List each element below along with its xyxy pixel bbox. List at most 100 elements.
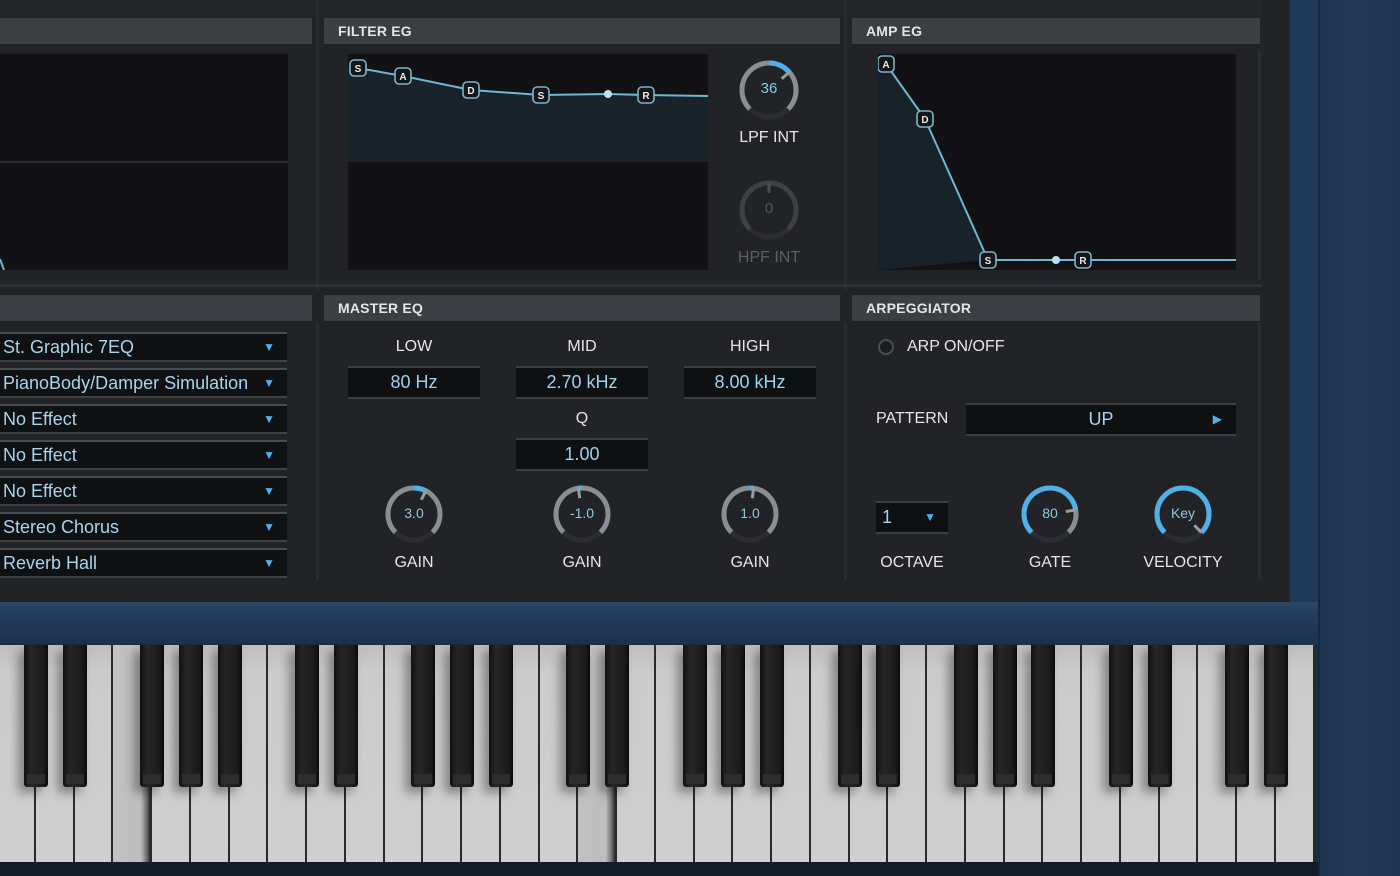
black-key[interactable] xyxy=(566,645,591,787)
eq-low-gain-knob[interactable]: 3.0 xyxy=(383,483,445,545)
black-key[interactable] xyxy=(682,645,707,787)
hpf-int-knob[interactable]: 0 xyxy=(737,178,801,242)
black-key[interactable] xyxy=(605,645,629,787)
hpf-int-value: 0 xyxy=(764,200,774,217)
filter-eg-node-r[interactable]: R xyxy=(637,86,655,104)
black-key[interactable] xyxy=(411,645,436,787)
divider xyxy=(1258,50,1261,280)
knob-value-arc xyxy=(413,485,427,494)
eq-mid-gain-value: -1.0 xyxy=(569,505,595,521)
amp-eg-graph[interactable]: A D S R xyxy=(878,54,1236,270)
dropdown-arrow-icon: ▼ xyxy=(263,376,275,390)
black-key[interactable] xyxy=(953,645,978,787)
octave-value: 1 xyxy=(882,507,893,527)
eq-high-gain-label: GAIN xyxy=(730,554,770,571)
svg-text:R: R xyxy=(1079,256,1087,267)
filter-eg-graph[interactable]: S A D S R xyxy=(348,54,708,270)
filter-eg-mid-point[interactable] xyxy=(604,90,612,98)
black-key[interactable] xyxy=(62,645,87,787)
eq-high-gain-knob[interactable]: 1.0 xyxy=(719,483,781,545)
effect-slot-2[interactable]: PianoBody/Damper Simulation ▼ xyxy=(0,368,287,398)
svg-text:A: A xyxy=(882,60,889,71)
envelope-tail xyxy=(0,258,5,270)
black-key[interactable] xyxy=(178,645,203,787)
knob-pointer xyxy=(576,488,582,499)
effect-slot-label: Stereo Chorus xyxy=(3,517,120,537)
amp-eg-node-s[interactable]: S xyxy=(979,251,997,269)
eq-low-gain-label: GAIN xyxy=(394,554,434,571)
black-key[interactable] xyxy=(1108,645,1133,787)
top-strip xyxy=(0,0,1262,16)
eq-mid-q-field[interactable]: 1.00 xyxy=(516,438,648,471)
arp-onoff-radio[interactable] xyxy=(878,339,894,355)
effect-slot-6[interactable]: Stereo Chorus ▼ xyxy=(0,512,287,542)
knob-gap xyxy=(561,530,603,543)
dropdown-arrow-icon: ▼ xyxy=(263,556,275,570)
filter-eg-node-s1[interactable]: S xyxy=(349,59,367,77)
knob-pointer xyxy=(750,488,756,499)
black-key[interactable] xyxy=(1263,645,1288,787)
lpf-int-knob[interactable]: 36 xyxy=(737,58,801,122)
amp-eg-node-r[interactable]: R xyxy=(1074,251,1092,269)
amp-eg-node-d[interactable]: D xyxy=(916,110,934,128)
octave-label: OCTAVE xyxy=(880,554,944,571)
eq-mid-gain-knob[interactable]: -1.0 xyxy=(551,483,613,545)
filter-eg-node-d[interactable]: D xyxy=(462,81,480,99)
effect-slot-1[interactable]: St. Graphic 7EQ ▼ xyxy=(0,332,287,362)
lpf-int-value: 36 xyxy=(760,80,778,97)
eq-mid-freq-field[interactable]: 2.70 kHz xyxy=(516,366,648,399)
filter-eg-header: FILTER EG xyxy=(324,18,840,44)
black-key[interactable] xyxy=(140,645,164,787)
knob-pointer xyxy=(1193,524,1203,534)
svg-text:A: A xyxy=(399,72,406,83)
eq-low-freq-field[interactable]: 80 Hz xyxy=(348,366,480,399)
amp-eg-node-a[interactable]: A xyxy=(878,55,895,73)
pattern-value: UP xyxy=(1088,409,1114,429)
eq-low-label: LOW xyxy=(395,338,433,355)
black-key[interactable] xyxy=(721,645,746,787)
dropdown-arrow-icon: ▼ xyxy=(263,484,275,498)
black-key[interactable] xyxy=(295,645,319,787)
black-key[interactable] xyxy=(217,645,242,787)
eq-high-label: HIGH xyxy=(730,338,770,355)
black-key[interactable] xyxy=(837,645,862,787)
dropdown-arrow-icon: ▼ xyxy=(263,412,275,426)
filter-eg-node-a[interactable]: A xyxy=(394,67,412,85)
right-frame xyxy=(1318,0,1400,876)
black-key[interactable] xyxy=(992,645,1017,787)
amp-eg-fill xyxy=(878,64,988,270)
black-key[interactable] xyxy=(450,645,474,787)
effect-slot-5[interactable]: No Effect ▼ xyxy=(0,476,287,506)
effect-slot-label: No Effect xyxy=(3,481,77,501)
dropdown-arrow-icon: ▼ xyxy=(263,340,275,354)
effect-slot-7[interactable]: Reverb Hall ▼ xyxy=(0,548,287,578)
eq-high-freq-field[interactable]: 8.00 kHz xyxy=(684,366,816,399)
pattern-selector[interactable]: UP ▶ xyxy=(966,403,1236,436)
svg-text:S: S xyxy=(355,64,362,75)
gate-knob[interactable]: 80 xyxy=(1019,483,1081,545)
velocity-knob[interactable]: Key xyxy=(1152,483,1214,545)
effect-slot-label: No Effect xyxy=(3,445,77,465)
eq-q-label: Q xyxy=(575,410,589,427)
effect-slot-label: PianoBody/Damper Simulation xyxy=(3,373,249,393)
amp-eg-mid-point[interactable] xyxy=(1052,256,1060,264)
divider xyxy=(316,322,319,580)
divider xyxy=(844,0,847,290)
effect-slot-4[interactable]: No Effect ▼ xyxy=(0,440,287,470)
svg-text:S: S xyxy=(538,91,545,102)
octave-dropdown[interactable]: 1 ▼ xyxy=(876,501,948,534)
black-key[interactable] xyxy=(23,645,48,787)
svg-text:S: S xyxy=(985,256,992,267)
effect-slot-3[interactable]: No Effect ▼ xyxy=(0,404,287,434)
next-pattern-icon[interactable]: ▶ xyxy=(1213,405,1222,434)
black-key[interactable] xyxy=(1147,645,1172,787)
black-key[interactable] xyxy=(760,645,784,787)
filter-eg-node-s2[interactable]: S xyxy=(532,86,550,104)
black-key[interactable] xyxy=(488,645,513,787)
black-key[interactable] xyxy=(876,645,901,787)
black-key[interactable] xyxy=(1031,645,1056,787)
black-key[interactable] xyxy=(1225,645,1249,787)
black-key[interactable] xyxy=(333,645,358,787)
left-graph[interactable] xyxy=(0,54,288,270)
svg-text:D: D xyxy=(921,115,928,126)
